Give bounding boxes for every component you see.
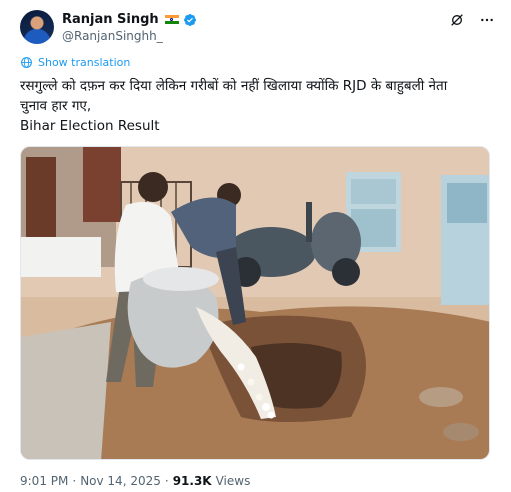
india-flag-icon [164, 14, 179, 25]
globe-icon [21, 57, 32, 68]
tweet-text: रसगुल्ले को दफ़न कर दिया लेकिन गरीबों को… [20, 76, 490, 136]
show-translation-link[interactable]: Show translation [20, 56, 130, 69]
meta-separator: · [164, 474, 169, 488]
tweet-metadata: 9:01 PM · Nov 14, 2025 · 91.3K Views [20, 474, 250, 488]
views-count: 91.3K [172, 474, 212, 488]
author-name-row: Ranjan Singh [62, 12, 197, 27]
more-dots-icon[interactable] [479, 12, 495, 28]
author-handle[interactable]: @RanjanSinghh_ [62, 29, 163, 43]
show-translation-label: Show translation [38, 56, 131, 69]
tweet-photo[interactable] [20, 146, 490, 460]
meta-separator: · [72, 474, 77, 488]
tweet-text-line: Bihar Election Result [20, 118, 160, 134]
verified-badge-icon[interactable] [183, 13, 197, 27]
tweet-header: Ranjan Singh @RanjanSinghh_ [20, 10, 495, 46]
grok-icon[interactable] [449, 12, 465, 28]
photo-scene [21, 147, 489, 459]
avatar[interactable] [20, 10, 54, 44]
author-display-name[interactable]: Ranjan Singh [62, 12, 159, 27]
tweet-text-line: रसगुल्ले को दफ़न कर दिया लेकिन गरीबों को… [20, 78, 448, 94]
tweet-text-line: चुनाव हार गए, [20, 98, 92, 114]
tweet-time[interactable]: 9:01 PM [20, 474, 68, 488]
views-label: Views [215, 474, 251, 488]
tweet-date[interactable]: Nov 14, 2025 [80, 474, 161, 488]
